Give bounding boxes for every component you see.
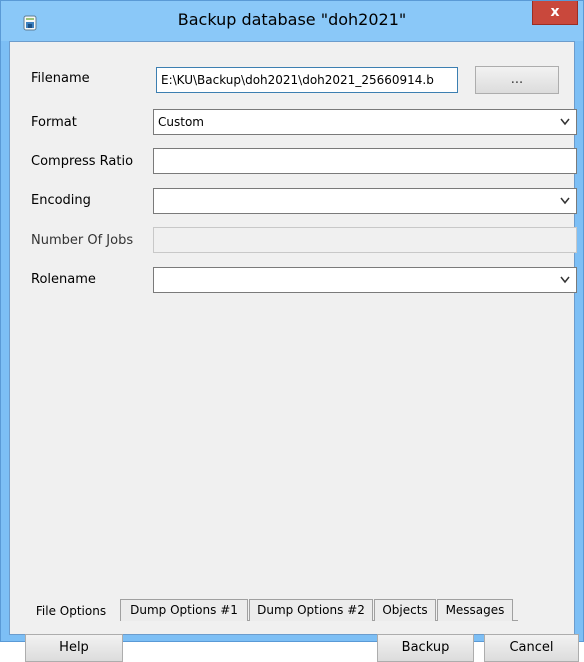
window-title: Backup database "doh2021" xyxy=(177,10,407,29)
rolename-select[interactable] xyxy=(153,267,577,293)
encoding-select[interactable] xyxy=(153,188,577,214)
title-bar[interactable]: Backup database "doh2021" x xyxy=(1,1,583,41)
backup-button[interactable]: Backup xyxy=(377,634,474,662)
cancel-button[interactable]: Cancel xyxy=(484,634,579,662)
rolename-label: Rolename xyxy=(31,272,96,287)
chevron-down-icon xyxy=(560,276,570,284)
chevron-down-icon xyxy=(560,197,570,205)
filename-input[interactable]: E:\KU\Backup\doh2021\doh2021_25660914.b xyxy=(156,67,458,93)
format-label: Format xyxy=(31,115,77,130)
chevron-down-icon xyxy=(560,118,570,126)
tab-dump-options-1[interactable]: Dump Options #1 xyxy=(120,599,248,621)
tab-dump-options-2[interactable]: Dump Options #2 xyxy=(249,599,373,621)
number-of-jobs-input xyxy=(153,227,577,253)
close-button[interactable]: x xyxy=(532,1,578,25)
help-button[interactable]: Help xyxy=(25,634,123,662)
dialog-client-area: Filename E:\KU\Backup\doh2021\doh2021_25… xyxy=(9,41,579,662)
filename-label: Filename xyxy=(31,71,90,86)
compress-ratio-label: Compress Ratio xyxy=(31,154,134,169)
format-selected-value: Custom xyxy=(158,115,204,129)
browse-button[interactable]: ... xyxy=(475,66,559,94)
encoding-label: Encoding xyxy=(31,193,91,208)
tab-objects[interactable]: Objects xyxy=(374,599,436,621)
tab-messages[interactable]: Messages xyxy=(437,599,513,621)
tab-file-options[interactable]: File Options xyxy=(23,601,119,623)
number-of-jobs-label: Number Of Jobs xyxy=(31,233,134,248)
backup-dialog-window: Backup database "doh2021" x Filename E:\… xyxy=(0,0,584,662)
format-select[interactable]: Custom xyxy=(153,109,577,135)
compress-ratio-input[interactable] xyxy=(153,148,577,174)
